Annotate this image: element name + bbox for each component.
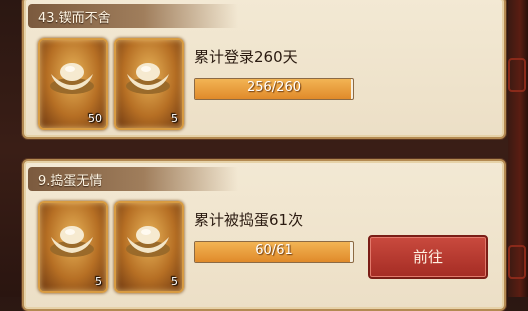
task-progress-bar: 256/260 xyxy=(194,78,354,100)
gold-ingot-icon xyxy=(126,226,170,257)
reward-item[interactable]: 5 xyxy=(38,201,108,293)
gold-ingot-icon xyxy=(50,63,94,94)
gold-ingot-icon xyxy=(126,63,170,94)
progress-text: 60/61 xyxy=(255,243,293,258)
frame-ornament xyxy=(508,58,526,92)
progress-text: 256/260 xyxy=(246,80,301,95)
reward-item[interactable]: 5 xyxy=(114,201,184,293)
reward-item[interactable]: 5 xyxy=(114,38,184,130)
task-title: 43.锲而不舍 xyxy=(38,11,111,26)
reward-item[interactable]: 50 xyxy=(38,38,108,130)
task-description: 累计被捣蛋61次 xyxy=(194,211,304,229)
right-frame-decoration xyxy=(508,0,528,297)
reward-quantity: 5 xyxy=(171,275,178,288)
task-title: 9.捣蛋无情 xyxy=(38,174,103,189)
task-description: 累计登录260天 xyxy=(194,48,298,66)
task-title-bar: 9.捣蛋无情 xyxy=(28,167,238,191)
reward-quantity: 5 xyxy=(95,275,102,288)
gold-ingot-icon xyxy=(50,226,94,257)
task-progress-bar: 60/61 xyxy=(194,241,354,263)
task-title-bar: 43.锲而不舍 xyxy=(28,4,238,28)
frame-ornament xyxy=(508,245,526,279)
task-card: 43.锲而不舍 50 5 累计登录260天 256/260 xyxy=(22,0,506,139)
go-button[interactable]: 前往 xyxy=(368,235,488,279)
task-card: 9.捣蛋无情 5 5 累计被捣蛋61次 60/61 前往 xyxy=(22,159,506,311)
reward-quantity: 50 xyxy=(88,112,102,125)
reward-quantity: 5 xyxy=(171,112,178,125)
